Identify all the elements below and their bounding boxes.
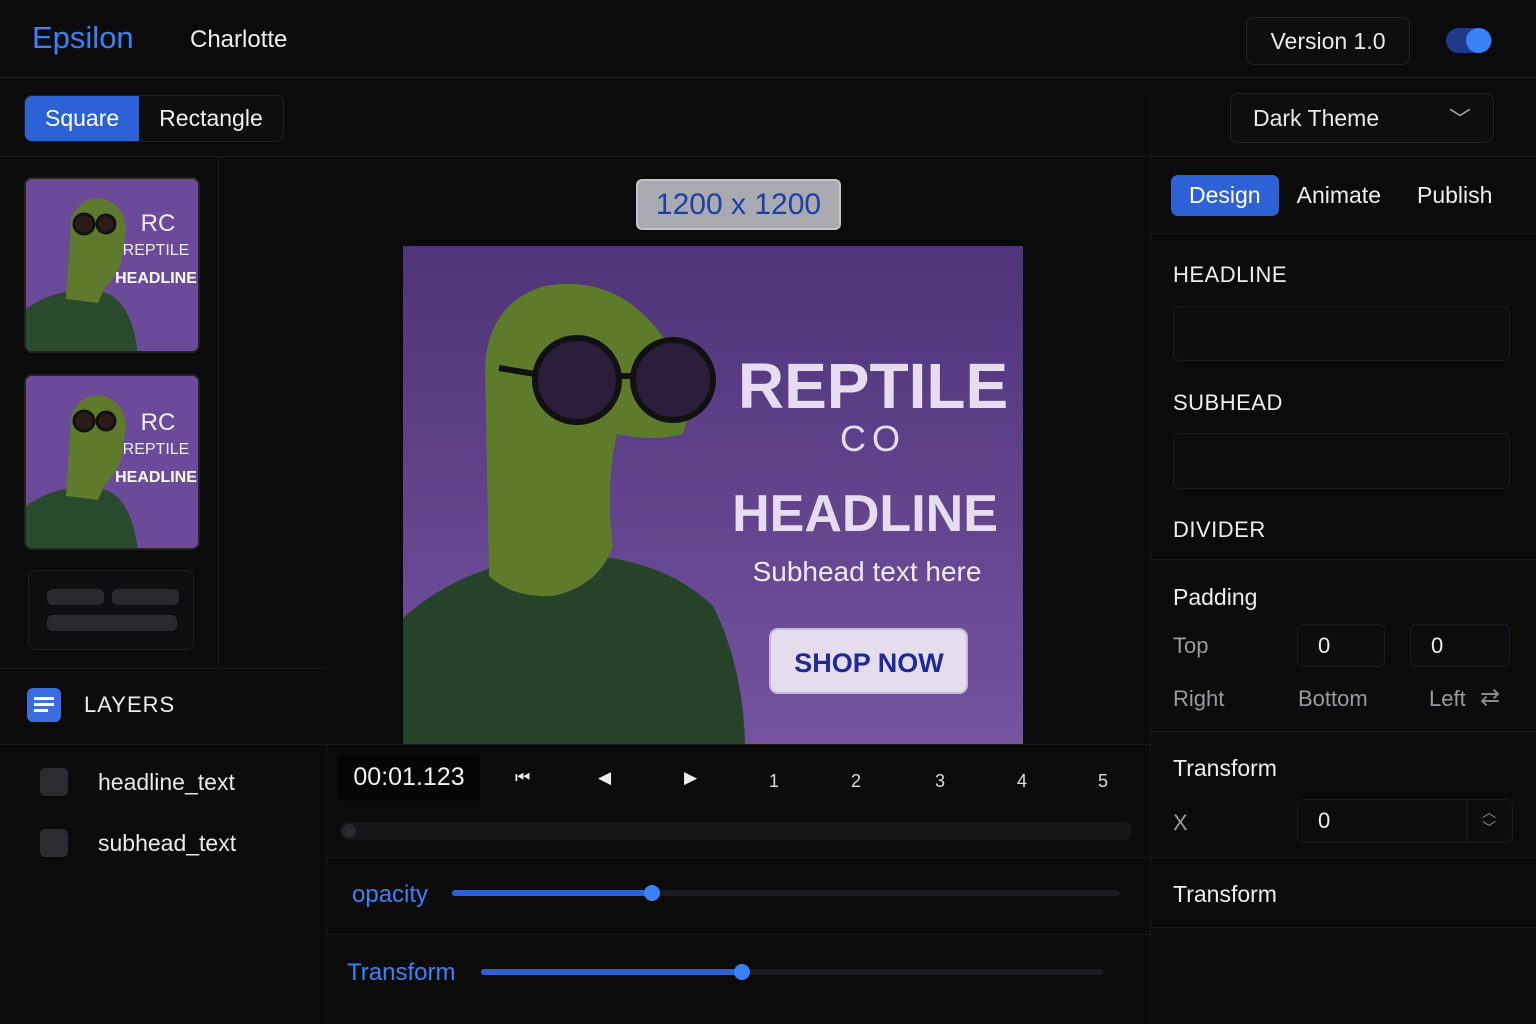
padding-top-input-2[interactable]: 0 xyxy=(1410,624,1510,667)
app-brand: Epsilon xyxy=(32,20,134,55)
divider xyxy=(0,156,1536,157)
padding-top-label: Top xyxy=(1173,633,1209,658)
frame-marker[interactable]: 1 xyxy=(769,771,779,792)
template-thumbnail[interactable]: RC REPTILE HEADLINE xyxy=(24,374,200,550)
user-name[interactable]: Charlotte xyxy=(190,26,287,54)
divider xyxy=(0,668,326,669)
sunglass-lens-left xyxy=(532,335,622,425)
chevron-down-icon: ﹀ xyxy=(1448,107,1471,132)
transform-x-value: 0 xyxy=(1318,808,1331,833)
canvas-brand-line1[interactable]: REPTILE xyxy=(738,350,1008,422)
slider-fill xyxy=(452,890,653,896)
divider xyxy=(1151,731,1536,732)
transform-x-input[interactable]: 0 ︿ ﹀ xyxy=(1297,799,1513,843)
thumb-logo: RC xyxy=(141,210,176,237)
blank-template-thumbnail[interactable] xyxy=(28,570,194,650)
divider xyxy=(1150,100,1151,1024)
subhead-input[interactable] xyxy=(1173,433,1510,489)
divider xyxy=(1151,559,1536,560)
divider xyxy=(1151,927,1536,928)
padding-title: Padding xyxy=(1173,584,1258,610)
timecode-display: 00:01.123 xyxy=(338,754,480,801)
stepper-chevrons-icon[interactable]: ︿ ﹀ xyxy=(1482,804,1496,836)
divider xyxy=(326,934,1150,935)
shape-toggle-group: Square Rectangle xyxy=(24,95,284,142)
padding-right-label: Right xyxy=(1173,686,1225,711)
frame-marker[interactable]: 3 xyxy=(935,771,945,792)
canvas-subhead[interactable]: Subhead text here xyxy=(753,556,982,587)
sunglass-lens-right xyxy=(630,337,716,423)
thumb-headline: HEADLINE xyxy=(115,469,197,486)
thumb-logo: RC xyxy=(141,409,176,436)
canvas-cta-label[interactable]: SHOP NOW xyxy=(794,648,944,678)
transform-label: Transform xyxy=(347,959,456,986)
toggle-knob xyxy=(1466,28,1491,53)
slider-fill xyxy=(481,969,743,975)
placeholder-bar xyxy=(47,615,177,631)
transform-title-2: Transform xyxy=(1173,881,1277,907)
layers-icon xyxy=(27,688,61,722)
lizard-thumbnail-image: RC REPTILE HEADLINE xyxy=(26,376,198,548)
opacity-label: opacity xyxy=(352,881,429,908)
divider xyxy=(218,157,219,667)
canvas-brand-line2[interactable]: CO xyxy=(840,418,906,459)
padding-left-label: Left xyxy=(1429,686,1466,711)
panel-tabs: Design Animate Publish xyxy=(1171,175,1510,216)
play-icon[interactable]: ▶ xyxy=(684,768,697,788)
tab-design[interactable]: Design xyxy=(1171,175,1279,216)
template-thumbnail[interactable]: RC REPTILE HEADLINE xyxy=(24,177,200,353)
theme-select-value: Dark Theme xyxy=(1253,104,1380,131)
thumb-brand: REPTILE xyxy=(123,441,190,458)
layer-checkbox[interactable] xyxy=(40,829,68,857)
scrubber-handle[interactable] xyxy=(342,824,356,838)
transform-x-label: X xyxy=(1173,810,1188,835)
thumb-headline: HEADLINE xyxy=(115,270,197,287)
canvas-headline[interactable]: HEADLINE xyxy=(732,485,998,543)
step-back-icon[interactable]: ◀ xyxy=(598,768,611,788)
frame-marker[interactable]: 2 xyxy=(851,771,861,792)
ad-artwork: REPTILE CO HEADLINE Subhead text here SH… xyxy=(403,246,1023,744)
design-canvas[interactable]: REPTILE CO HEADLINE Subhead text here SH… xyxy=(403,246,1023,744)
placeholder-bar xyxy=(112,589,179,605)
layer-name: subhead_text xyxy=(98,829,237,856)
slider-handle[interactable] xyxy=(644,885,661,901)
padding-top-input[interactable]: 0 xyxy=(1297,624,1385,667)
divider xyxy=(0,744,1150,745)
headline-section-title: HEADLINE xyxy=(1173,262,1288,287)
version-badge[interactable]: Version 1.0 xyxy=(1246,17,1410,65)
dark-mode-toggle[interactable] xyxy=(1446,28,1492,53)
transform-title: Transform xyxy=(1173,755,1277,781)
layer-name: headline_text xyxy=(98,768,235,795)
shape-rectangle-button[interactable]: Rectangle xyxy=(139,96,283,141)
headline-input[interactable] xyxy=(1173,306,1510,361)
transform-slider[interactable] xyxy=(481,964,1103,980)
divider xyxy=(326,857,1150,858)
layer-checkbox[interactable] xyxy=(40,768,68,796)
opacity-slider[interactable] xyxy=(452,885,1120,901)
divider xyxy=(1151,233,1536,234)
frame-marker[interactable]: 4 xyxy=(1017,771,1027,792)
divider xyxy=(1151,857,1536,858)
tab-animate[interactable]: Animate xyxy=(1279,175,1399,216)
shape-square-button[interactable]: Square xyxy=(25,96,140,141)
layer-item[interactable]: subhead_text xyxy=(40,828,236,858)
padding-bottom-label: Bottom xyxy=(1298,686,1368,711)
thumb-brand: REPTILE xyxy=(123,242,190,259)
swap-icon[interactable]: ⇄ xyxy=(1480,683,1500,712)
canvas-dimensions-badge: 1200 x 1200 xyxy=(636,179,841,230)
frame-marker[interactable]: 5 xyxy=(1098,771,1108,792)
skip-to-start-icon[interactable]: ⏮ xyxy=(515,768,530,788)
theme-select[interactable]: Dark Theme ﹀ xyxy=(1230,93,1494,143)
lizard-thumbnail-image: RC REPTILE HEADLINE xyxy=(26,179,198,351)
divider xyxy=(326,744,327,1024)
layers-title: LAYERS xyxy=(84,692,176,717)
timeline-scrubber[interactable] xyxy=(340,822,1132,840)
tab-publish[interactable]: Publish xyxy=(1399,175,1510,216)
placeholder-bar xyxy=(47,589,104,605)
divider-section-title: DIVIDER xyxy=(1173,517,1266,542)
slider-handle[interactable] xyxy=(734,964,751,980)
layer-item[interactable]: headline_text xyxy=(40,767,235,797)
subhead-section-title: SUBHEAD xyxy=(1173,390,1283,415)
